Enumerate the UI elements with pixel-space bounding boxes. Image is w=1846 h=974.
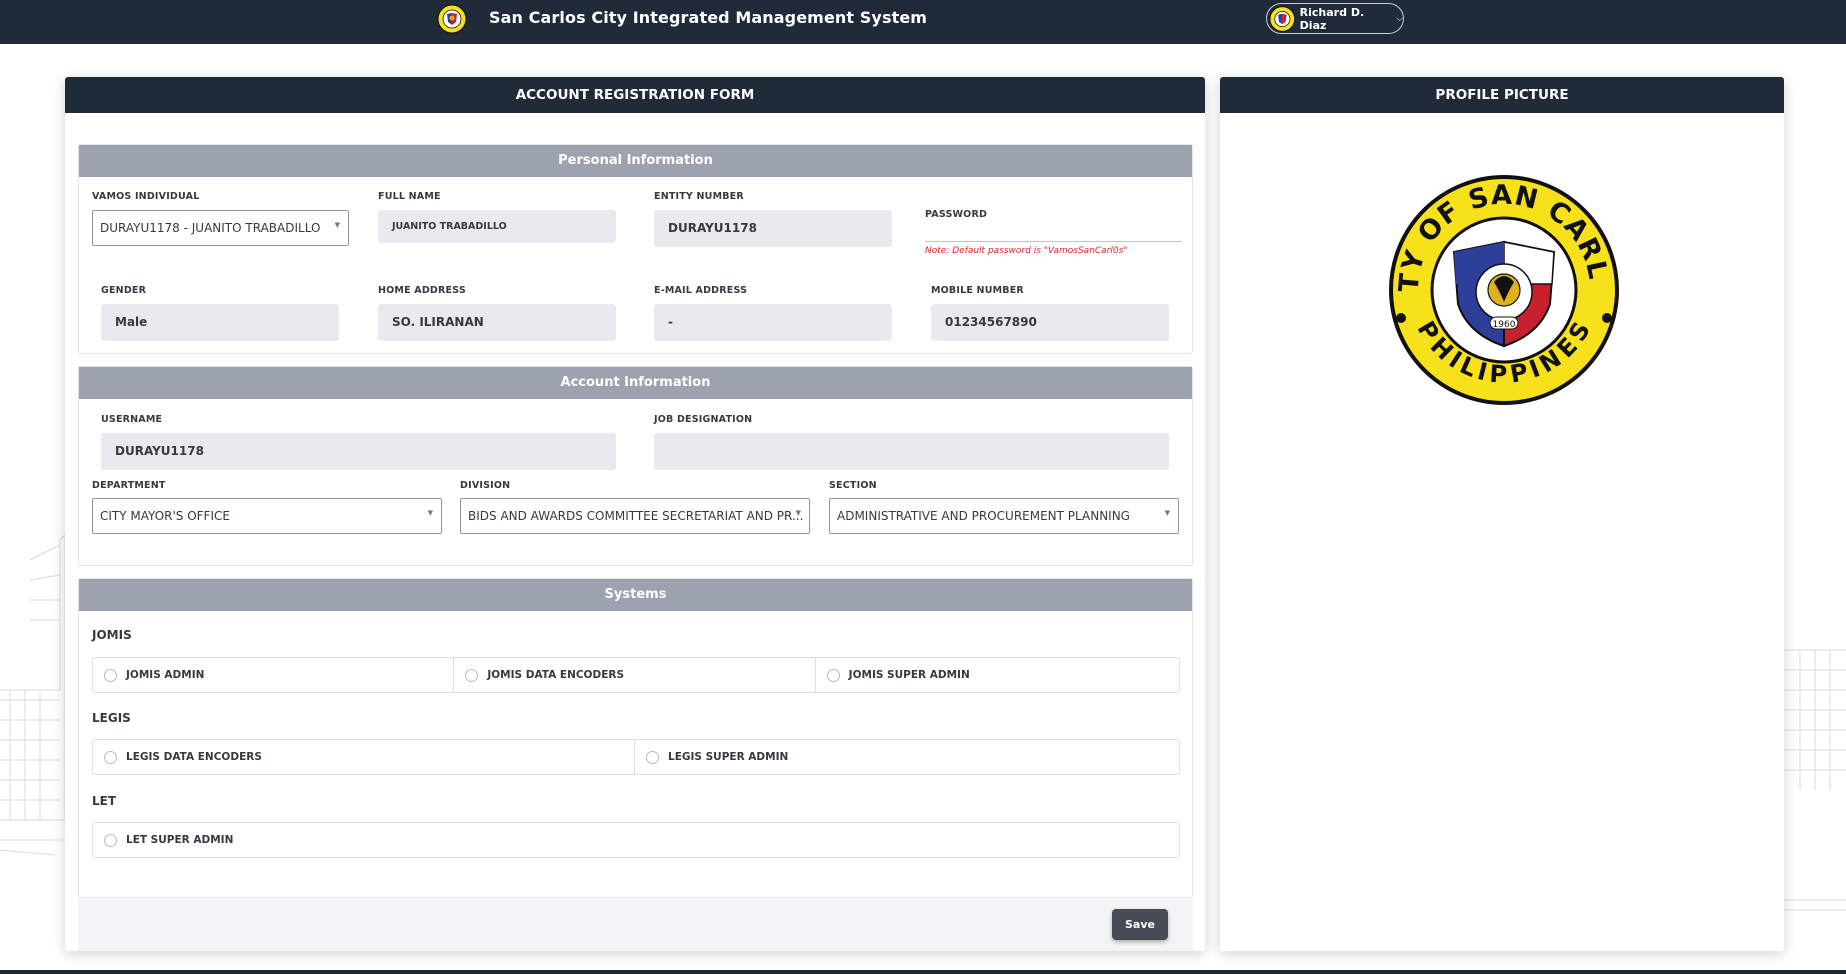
radio-label: JOMIS SUPER ADMIN	[848, 669, 970, 681]
radio-option[interactable]: JOMIS ADMIN	[93, 658, 455, 692]
radio-label: LEGIS DATA ENCODERS	[126, 751, 262, 763]
vamos-individual-select[interactable]: DURAYU1178 - JUANITO TRABADILLO ▼	[92, 210, 349, 246]
user-name: Richard D. Diaz	[1299, 5, 1365, 32]
mobile-number-label: MOBILE NUMBER	[931, 285, 1024, 296]
systems-section: Systems JOMIS JOMIS ADMIN JOMIS DATA ENC…	[78, 578, 1193, 898]
radio-label: LET SUPER ADMIN	[126, 834, 234, 846]
home-address-label: HOME ADDRESS	[378, 285, 466, 296]
gender-field[interactable]: Male	[101, 304, 339, 341]
section-select[interactable]: ADMINISTRATIVE AND PROCUREMENT PLANNING …	[829, 498, 1179, 534]
systems-heading: Systems	[79, 579, 1192, 611]
username-field[interactable]: DURAYU1178	[101, 433, 616, 470]
job-designation-label: JOB DESIGNATION	[654, 414, 753, 425]
personal-information-section: Personal Information VAMOS INDIVIDUAL DU…	[78, 144, 1193, 354]
caret-down-icon: ▼	[334, 221, 340, 229]
radio-label: JOMIS DATA ENCODERS	[487, 669, 625, 681]
division-label: DIVISION	[460, 480, 511, 491]
mobile-number-field[interactable]: 01234567890	[931, 304, 1169, 341]
let-role-row: LET SUPER ADMIN	[92, 822, 1180, 858]
division-select[interactable]: BIDS AND AWARDS COMMITTEE SECRETARIAT AN…	[460, 498, 810, 534]
email-address-field[interactable]: -	[654, 304, 892, 341]
entity-number-field[interactable]: DURAYU1178	[654, 210, 892, 247]
radio-option[interactable]: LEGIS DATA ENCODERS	[93, 740, 635, 774]
app-title: San Carlos City Integrated Management Sy…	[489, 8, 928, 27]
password-input[interactable]	[925, 241, 1182, 242]
system-group-title: JOMIS	[92, 628, 132, 642]
seal-year: 1960	[1493, 320, 1516, 330]
radio-button[interactable]	[104, 750, 117, 764]
radio-button[interactable]	[646, 750, 659, 764]
chevron-down-icon: ⌵	[1396, 13, 1403, 24]
caret-down-icon: ▼	[795, 509, 801, 517]
radio-option[interactable]: JOMIS SUPER ADMIN	[816, 658, 1179, 692]
radio-button[interactable]	[465, 668, 479, 682]
form-card-header: ACCOUNT REGISTRATION FORM	[65, 77, 1205, 113]
radio-option[interactable]: LET SUPER ADMIN	[93, 823, 1179, 857]
city-seal-image[interactable]: CITY OF SAN CARLOS PHILIPPINES 1960	[1388, 174, 1620, 406]
username-label: USERNAME	[101, 414, 163, 425]
radio-option[interactable]: LEGIS SUPER ADMIN	[635, 740, 1179, 774]
full-name-field[interactable]: JUANITO TRABADILLO	[378, 210, 616, 243]
bottom-strip	[0, 970, 1846, 974]
department-select[interactable]: CITY MAYOR'S OFFICE ▼	[92, 498, 442, 534]
account-registration-card: ACCOUNT REGISTRATION FORM Personal Infor…	[65, 77, 1205, 951]
home-address-field[interactable]: SO. ILIRANAN	[378, 304, 616, 341]
section-value: ADMINISTRATIVE AND PROCUREMENT PLANNING	[837, 509, 1130, 523]
account-information-heading: Account Information	[79, 367, 1192, 399]
radio-option[interactable]: JOMIS DATA ENCODERS	[454, 658, 816, 692]
email-address-label: E-MAIL ADDRESS	[654, 285, 748, 296]
city-seal-logo[interactable]	[437, 4, 467, 34]
gender-label: GENDER	[101, 285, 147, 296]
department-label: DEPARTMENT	[92, 480, 166, 491]
division-value: BIDS AND AWARDS COMMITTEE SECRETARIAT AN…	[468, 509, 804, 523]
account-information-section: Account Information USERNAME DURAYU1178 …	[78, 366, 1193, 566]
form-footer: Save	[78, 899, 1193, 951]
section-label: SECTION	[829, 480, 877, 491]
department-value: CITY MAYOR'S OFFICE	[100, 509, 230, 523]
entity-number-label: ENTITY NUMBER	[654, 191, 744, 202]
radio-button[interactable]	[104, 668, 117, 682]
vamos-individual-label: VAMOS INDIVIDUAL	[92, 191, 200, 202]
vamos-individual-value: DURAYU1178 - JUANITO TRABADILLO	[100, 221, 321, 235]
avatar	[1269, 5, 1296, 32]
legis-role-row: LEGIS DATA ENCODERS LEGIS SUPER ADMIN	[92, 739, 1180, 775]
save-button[interactable]: Save	[1112, 909, 1168, 940]
job-designation-field[interactable]	[654, 433, 1169, 470]
system-group-title: LET	[92, 794, 117, 808]
jomis-role-row: JOMIS ADMIN JOMIS DATA ENCODERS JOMIS SU…	[92, 657, 1180, 693]
caret-down-icon: ▼	[427, 509, 433, 517]
radio-button[interactable]	[104, 833, 117, 847]
full-name-label: FULL NAME	[378, 191, 441, 202]
password-label: PASSWORD	[925, 209, 988, 220]
radio-label: JOMIS ADMIN	[126, 669, 205, 681]
password-note: Note: Default password is "VamosSanCarl0…	[925, 246, 1128, 256]
radio-button[interactable]	[826, 668, 840, 682]
radio-label: LEGIS SUPER ADMIN	[668, 751, 789, 763]
user-menu-dropdown[interactable]: Richard D. Diaz ⌵	[1266, 3, 1404, 34]
caret-down-icon: ▼	[1164, 509, 1170, 517]
top-navbar: San Carlos City Integrated Management Sy…	[0, 0, 1846, 44]
system-group-title: LEGIS	[92, 711, 131, 725]
profile-card-header: PROFILE PICTURE	[1220, 77, 1784, 113]
profile-picture-card: PROFILE PICTURE CITY OF SAN CARLOS PHILI…	[1220, 77, 1784, 951]
personal-information-heading: Personal Information	[79, 145, 1192, 177]
